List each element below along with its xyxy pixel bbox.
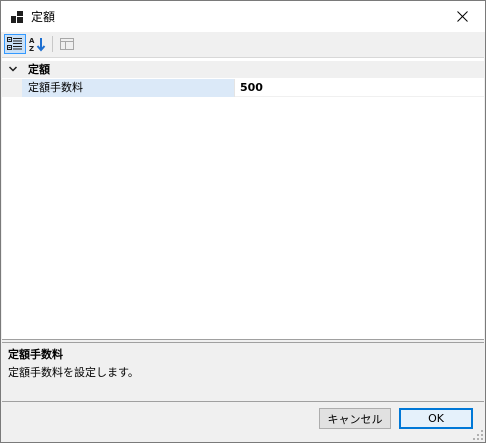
svg-text:A: A [29, 37, 35, 45]
property-row[interactable]: 定額手数料 500 [2, 79, 484, 97]
toolbar-separator [52, 36, 53, 52]
property-grid: 定額 定額手数料 500 [2, 57, 484, 340]
svg-text:Z: Z [29, 45, 34, 52]
property-name-cell[interactable]: 定額手数料 [22, 79, 235, 97]
description-title: 定額手数料 [8, 348, 63, 361]
alphabetical-sort-button[interactable]: A Z [27, 34, 49, 54]
categorized-view-button[interactable] [4, 34, 26, 54]
category-label: 定額 [28, 63, 50, 76]
property-name: 定額手数料 [28, 81, 83, 94]
property-pages-button[interactable] [56, 34, 78, 54]
cancel-button[interactable]: キャンセル [319, 408, 391, 429]
sort-az-icon: A Z [29, 37, 46, 52]
category-row[interactable]: 定額 [2, 61, 484, 78]
close-icon [456, 11, 468, 22]
window-title: 定額 [31, 10, 56, 24]
categorized-icon [7, 37, 22, 50]
property-pages-icon [60, 38, 74, 50]
title-bar[interactable]: 定額 [1, 1, 485, 32]
window-app-icon [11, 11, 23, 23]
property-value[interactable]: 500 [240, 80, 263, 96]
resize-grip-icon[interactable] [473, 430, 483, 440]
close-button[interactable] [439, 1, 485, 32]
property-dialog: 定額 A Z 定額 定額手数料 500 定額手数料 定額手数料を設定します。 キ… [0, 0, 486, 443]
chevron-down-icon[interactable] [8, 64, 18, 74]
description-text: 定額手数料を設定します。 [8, 366, 139, 379]
property-grid-toolbar: A Z [1, 32, 485, 57]
property-value-cell[interactable]: 500 [235, 79, 484, 97]
ok-button[interactable]: OK [399, 408, 473, 429]
property-row-gutter [2, 79, 22, 97]
description-panel: 定額手数料 定額手数料を設定します。 [2, 342, 484, 402]
